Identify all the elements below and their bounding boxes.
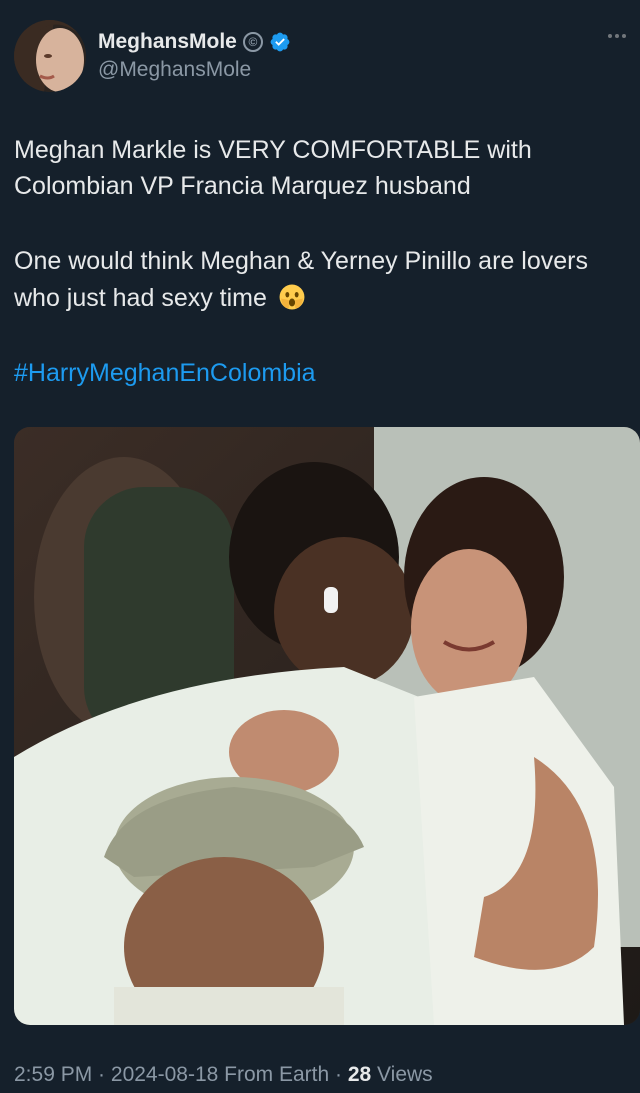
author-display-name[interactable]: MeghansMole bbox=[98, 30, 237, 54]
tweet-text-line-4-label: who just had sexy time bbox=[14, 284, 267, 312]
tweet-text-line-1: Meghan Markle is VERY COMFORTABLE with bbox=[14, 136, 532, 164]
meta-separator: · bbox=[92, 1063, 111, 1086]
tweet-photo[interactable] bbox=[14, 427, 640, 1025]
author-name-row: MeghansMole © bbox=[98, 28, 291, 56]
tweet-text-line-4: who just had sexy time bbox=[14, 280, 306, 316]
avatar[interactable] bbox=[14, 20, 86, 92]
photo-image bbox=[14, 427, 640, 1025]
author-handle[interactable]: @MeghansMole bbox=[98, 58, 251, 82]
more-options-icon[interactable] bbox=[608, 34, 626, 38]
shocked-face-with-hands-emoji-icon bbox=[279, 284, 305, 310]
tweet-card: MeghansMole © @MeghansMole Meghan Markle… bbox=[0, 0, 640, 1093]
views-count[interactable]: 28 bbox=[348, 1063, 371, 1086]
tweet-text-line-3: One would think Meghan & Yerney Pinillo … bbox=[14, 247, 588, 275]
verified-badge-icon[interactable] bbox=[269, 31, 291, 53]
tweet-text-line-2: Colombian VP Francia Marquez husband bbox=[14, 172, 471, 200]
tweet-time[interactable]: 2:59 PM bbox=[14, 1063, 92, 1086]
tweet-metadata: 2:59 PM · 2024-08-18 From Earth · 28 Vie… bbox=[14, 1063, 433, 1087]
hashtag-link[interactable]: #HarryMeghanEnColombia bbox=[14, 355, 316, 391]
views-label: Views bbox=[371, 1063, 433, 1086]
tweet-date[interactable]: 2024-08-18 bbox=[111, 1063, 218, 1086]
avatar-image bbox=[14, 20, 86, 92]
copyright-icon: © bbox=[242, 32, 263, 52]
meta-separator: · bbox=[329, 1063, 348, 1086]
tweet-source: From Earth bbox=[218, 1063, 330, 1086]
